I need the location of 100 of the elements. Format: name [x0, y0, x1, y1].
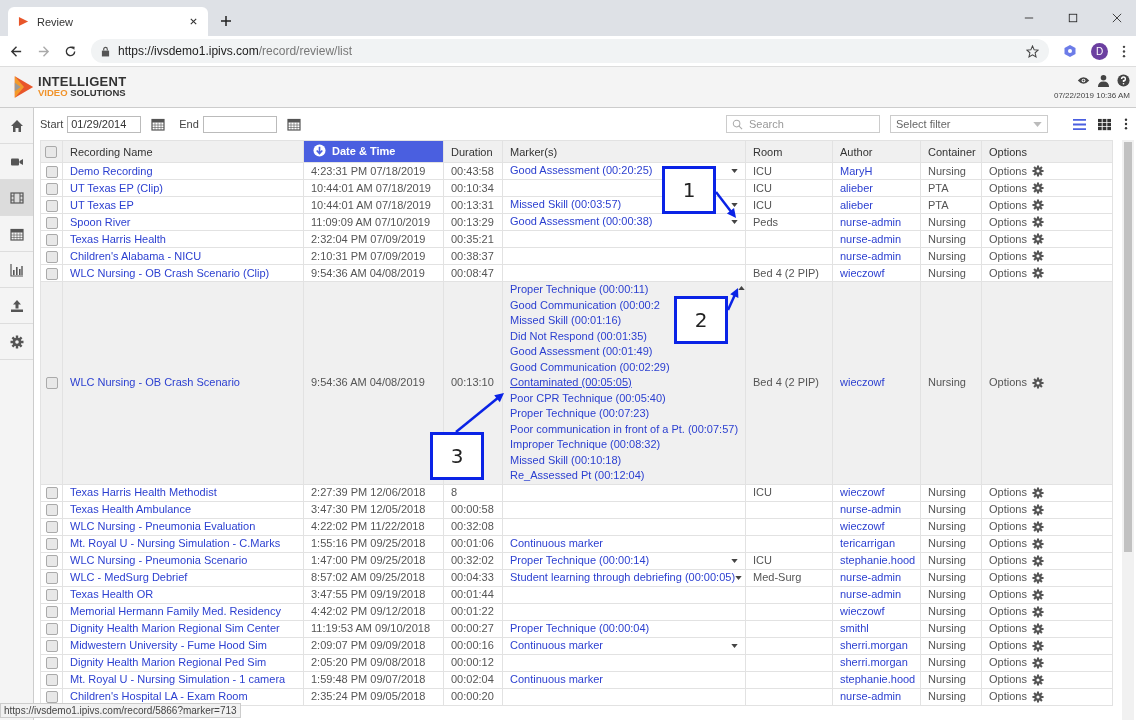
row-checkbox[interactable]: [45, 250, 58, 263]
row-checkbox[interactable]: [45, 199, 58, 212]
duration-text: 00:35:21: [451, 232, 494, 245]
container-text: Nursing: [928, 588, 966, 600]
hexagon-extension-icon[interactable]: [1063, 44, 1077, 58]
caret-down-icon[interactable]: [735, 575, 743, 580]
row-checkbox[interactable]: [45, 521, 58, 534]
grid-view-icon[interactable]: [1097, 117, 1112, 131]
play-logo-icon: [18, 16, 29, 27]
row-checkbox[interactable]: [45, 691, 58, 704]
column-header[interactable]: Options: [981, 140, 1113, 163]
eye-icon[interactable]: [1077, 74, 1090, 87]
container-text: Nursing: [928, 249, 966, 262]
marker-link[interactable]: Good Assessment (00:01:49): [510, 344, 653, 360]
recording-link[interactable]: Spoon River: [70, 215, 131, 228]
options-menu[interactable]: Options: [989, 375, 1044, 391]
close-icon[interactable]: [189, 17, 198, 26]
row-checkbox[interactable]: [45, 555, 58, 568]
gear-icon: [1031, 376, 1044, 389]
marker-link[interactable]: Proper Technique (00:00:11): [510, 282, 649, 298]
back-arrow-icon[interactable]: [10, 44, 23, 58]
row-checkbox[interactable]: [45, 538, 58, 551]
row-checkbox[interactable]: [45, 589, 58, 602]
gear-icon: [1031, 622, 1044, 635]
row-checkbox[interactable]: [45, 487, 58, 500]
row-checkbox[interactable]: [45, 606, 58, 619]
column-header[interactable]: Date & Time: [303, 140, 444, 163]
scrollbar[interactable]: [1122, 140, 1134, 720]
room-text: Med-Surg: [753, 571, 802, 583]
row-checkbox[interactable]: [45, 572, 58, 585]
menu-icon[interactable]: [1122, 44, 1126, 58]
gear-icon: [1031, 673, 1044, 686]
browser-tab[interactable]: Review: [8, 7, 208, 36]
caret-up-icon[interactable]: [738, 286, 746, 290]
select-all-checkbox[interactable]: [45, 146, 57, 159]
marker-link[interactable]: Missed Skill (00:01:16): [510, 313, 622, 329]
new-tab-icon[interactable]: [220, 15, 232, 27]
author-link[interactable]: wieczowf: [840, 376, 885, 389]
duration-text: 00:00:12: [451, 656, 494, 668]
caret-down-icon[interactable]: [731, 558, 738, 563]
star-icon[interactable]: [1026, 44, 1039, 58]
gear-icon: [1031, 165, 1044, 177]
help-icon[interactable]: [1117, 74, 1130, 87]
filter-dropdown[interactable]: Select filter: [890, 115, 1048, 133]
sidebar-film-button[interactable]: [0, 180, 33, 216]
caret-down-icon: [1033, 121, 1042, 127]
column-header[interactable]: Container: [920, 140, 982, 163]
marker-link[interactable]: Missed Skill (00:10:18): [510, 452, 622, 468]
marker-link[interactable]: Re_Assessed Pt (00:12:04): [510, 468, 645, 484]
row-checkbox[interactable]: [45, 233, 58, 246]
marker-link[interactable]: Poor communication in front of a Pt. (00:07:57): [510, 421, 739, 437]
marker-link[interactable]: Proper Technique (00:07:23): [510, 406, 650, 422]
user-icon[interactable]: [1097, 74, 1110, 87]
row-checkbox[interactable]: [45, 657, 58, 670]
forward-arrow-icon[interactable]: [37, 44, 50, 58]
room-text: ICU: [753, 554, 772, 566]
row-checkbox[interactable]: [45, 216, 58, 229]
marker-link[interactable]: Good Communication (00:02:29): [510, 359, 670, 375]
row-checkbox[interactable]: [45, 377, 58, 390]
row-checkbox[interactable]: [45, 674, 58, 687]
play-logo-icon: [14, 74, 34, 100]
column-header[interactable]: Marker(s): [502, 140, 746, 163]
maximize-icon[interactable]: [1068, 13, 1078, 23]
more-options-icon[interactable]: [1124, 118, 1128, 130]
row-checkbox[interactable]: [45, 267, 58, 280]
search-field[interactable]: Search: [726, 115, 880, 133]
list-view-icon[interactable]: [1072, 117, 1087, 131]
row-checkbox[interactable]: [45, 504, 58, 517]
gear-icon: [1031, 690, 1044, 703]
row-checkbox[interactable]: [45, 640, 58, 653]
gear-icon: [1031, 639, 1044, 652]
caret-down-icon[interactable]: [731, 220, 738, 225]
calendar-icon[interactable]: [286, 117, 301, 131]
column-header[interactable]: Author: [832, 140, 921, 163]
row-checkbox[interactable]: [45, 623, 58, 636]
recording-link[interactable]: UT Texas EP: [70, 198, 134, 211]
gear-icon: [1031, 199, 1044, 211]
address-field[interactable]: https://ivsdemo1.ipivs.com/record/review/list: [91, 39, 1049, 63]
column-header[interactable]: Room: [745, 140, 833, 163]
marker-link[interactable]: Good Communication (00:00:2: [510, 297, 660, 313]
column-header[interactable]: Recording Name: [62, 140, 304, 163]
end-date-field[interactable]: [202, 115, 277, 133]
marker-link[interactable]: Contaminated (00:05:05): [510, 375, 632, 391]
scrollbar-thumb[interactable]: [1124, 142, 1132, 552]
row-checkbox[interactable]: [45, 182, 58, 195]
caret-down-icon[interactable]: [731, 643, 738, 648]
row-checkbox[interactable]: [45, 165, 58, 178]
start-date-field[interactable]: 01/29/2014: [67, 115, 142, 133]
caret-down-icon[interactable]: [731, 169, 738, 174]
callout-arrow: [726, 288, 739, 311]
profile-avatar[interactable]: D: [1091, 42, 1108, 60]
reload-icon[interactable]: [64, 44, 77, 58]
marker-link[interactable]: Poor CPR Technique (00:05:40): [510, 390, 666, 406]
marker-link[interactable]: Improper Technique (00:08:32): [510, 437, 661, 453]
close-icon[interactable]: [1112, 13, 1122, 23]
recording-link[interactable]: WLC Nursing - OB Crash Scenario: [70, 376, 240, 389]
calendar-icon[interactable]: [151, 117, 166, 131]
marker-link[interactable]: Did Not Respond (00:01:35): [510, 328, 647, 344]
column-header[interactable]: Duration: [443, 140, 503, 163]
caret-down-icon[interactable]: [731, 203, 738, 208]
